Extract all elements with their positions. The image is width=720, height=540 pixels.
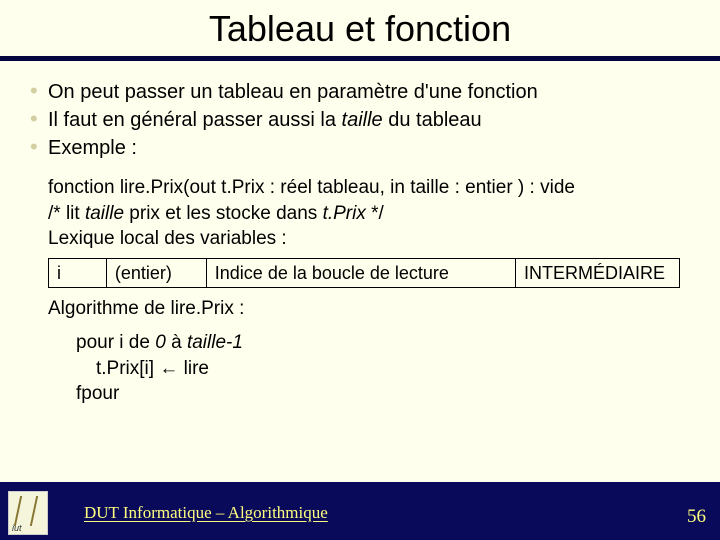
algo-line: t.Prix[i] ← lire	[76, 356, 696, 382]
slide-title: Tableau et fonction	[0, 8, 720, 56]
lex-type: (entier)	[106, 258, 206, 287]
algo-line: fpour	[76, 381, 696, 407]
title-area: Tableau et fonction	[0, 0, 720, 56]
lexique-table: i (entier) Indice de la boucle de lectur…	[48, 258, 680, 288]
function-block: fonction lire.Prix(out t.Prix : réel tab…	[48, 175, 696, 407]
algorithm-block: pour i de 0 à taille-1 t.Prix[i] ← lire …	[76, 330, 696, 407]
lex-role: INTERMÉDIAIRE	[516, 258, 680, 287]
lexique-label: Lexique local des variables :	[48, 226, 696, 252]
footer-text: DUT Informatique – Algorithmique	[84, 503, 328, 523]
lex-var: i	[49, 258, 107, 287]
content-area: On peut passer un tableau en paramètre d…	[0, 61, 720, 482]
logo-icon	[8, 491, 48, 535]
footer: DUT Informatique – Algorithmique 56	[0, 486, 720, 540]
function-comment: /* lit taille prix et les stocke dans t.…	[48, 201, 696, 227]
bullet-item: Exemple :	[30, 135, 696, 161]
bullet-item: Il faut en général passer aussi la taill…	[30, 107, 696, 133]
table-row: i (entier) Indice de la boucle de lectur…	[49, 258, 680, 287]
bullet-item: On peut passer un tableau en paramètre d…	[30, 79, 696, 105]
lex-desc: Indice de la boucle de lecture	[206, 258, 515, 287]
bullet-list: On peut passer un tableau en paramètre d…	[30, 79, 696, 161]
slide: Tableau et fonction On peut passer un ta…	[0, 0, 720, 540]
algo-line: pour i de 0 à taille-1	[76, 330, 696, 356]
page-number: 56	[687, 506, 706, 528]
algo-label: Algorithme de lire.Prix :	[48, 296, 696, 322]
function-signature: fonction lire.Prix(out t.Prix : réel tab…	[48, 175, 696, 201]
